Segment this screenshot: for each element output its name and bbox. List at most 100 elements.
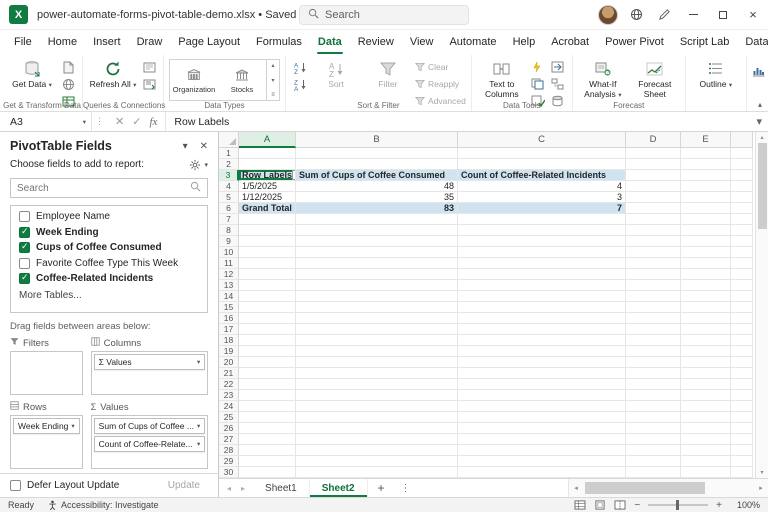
horizontal-scroll-thumb[interactable]: [585, 482, 705, 494]
cell-A20[interactable]: [239, 357, 296, 368]
cell-D18[interactable]: [626, 335, 681, 346]
cell-A3[interactable]: Row Labels▼: [239, 170, 296, 181]
cell-C20[interactable]: [458, 357, 626, 368]
cell-C11[interactable]: [458, 258, 626, 269]
formula-bar-handle[interactable]: ⋮: [92, 112, 107, 131]
cell-D5[interactable]: [626, 192, 681, 203]
cell-D20[interactable]: [626, 357, 681, 368]
cancel-entry-icon[interactable]: ✕: [115, 115, 124, 128]
row-header-16[interactable]: 16: [219, 313, 239, 324]
clear-button[interactable]: Clear: [415, 60, 466, 74]
cell-D23[interactable]: [626, 390, 681, 401]
row-header-23[interactable]: 23: [219, 390, 239, 401]
search-box[interactable]: Search: [299, 5, 469, 25]
row-header-20[interactable]: 20: [219, 357, 239, 368]
cell-A23[interactable]: [239, 390, 296, 401]
field-checkbox[interactable]: [19, 211, 30, 222]
column-header-e[interactable]: E: [681, 132, 731, 148]
cell-D29[interactable]: [626, 456, 681, 467]
rows-dropzone[interactable]: Week Ending▾: [10, 415, 83, 469]
next-sheet-icon[interactable]: ▸: [241, 484, 245, 493]
organization-data-type[interactable]: Organization: [170, 60, 218, 100]
cell-A1[interactable]: [239, 148, 296, 159]
cell-E6[interactable]: [681, 203, 731, 214]
field-checkbox[interactable]: [19, 242, 30, 253]
zoom-slider[interactable]: [648, 504, 708, 506]
more-tables-link[interactable]: More Tables...: [11, 286, 207, 301]
row-header-21[interactable]: 21: [219, 368, 239, 379]
cell-D27[interactable]: [626, 434, 681, 445]
cell-E21[interactable]: [681, 368, 731, 379]
cell-E28[interactable]: [681, 445, 731, 456]
formula-bar-content[interactable]: Row Labels: [166, 112, 750, 131]
cell-A9[interactable]: [239, 236, 296, 247]
row-header-29[interactable]: 29: [219, 456, 239, 467]
cell-C22[interactable]: [458, 379, 626, 390]
columns-dropzone[interactable]: Σ Values▾: [91, 351, 209, 395]
queries-connections-icon[interactable]: [140, 60, 158, 74]
cell-A2[interactable]: [239, 159, 296, 170]
ribbon-tab-review[interactable]: Review: [350, 32, 402, 54]
cell-A29[interactable]: [239, 456, 296, 467]
cell-B21[interactable]: [296, 368, 458, 379]
from-web-icon[interactable]: [59, 77, 77, 91]
sort-button[interactable]: AZ Sort: [311, 57, 361, 90]
pane-chevron-icon[interactable]: ▾: [183, 141, 188, 152]
cell-C15[interactable]: [458, 302, 626, 313]
cell-E2[interactable]: [681, 159, 731, 170]
reapply-button[interactable]: Reapply: [415, 77, 466, 91]
cell-C28[interactable]: [458, 445, 626, 456]
cell-C4[interactable]: 4: [458, 181, 626, 192]
cell-C9[interactable]: [458, 236, 626, 247]
scroll-right-icon[interactable]: ▸: [754, 484, 768, 492]
ribbon-tab-power-pivot[interactable]: Power Pivot: [597, 32, 672, 54]
ribbon-tab-data-science[interactable]: Data Science: [737, 32, 768, 54]
pane-close-icon[interactable]: ✕: [200, 141, 208, 152]
ribbon-tab-formulas[interactable]: Formulas: [248, 32, 310, 54]
row-header-25[interactable]: 25: [219, 412, 239, 423]
confirm-entry-icon[interactable]: ✓: [132, 115, 141, 128]
cell-A7[interactable]: [239, 214, 296, 225]
cell-B11[interactable]: [296, 258, 458, 269]
minimize-button[interactable]: [678, 0, 708, 29]
cell-C23[interactable]: [458, 390, 626, 401]
sheet-tab-sheet1[interactable]: Sheet1: [253, 479, 310, 497]
normal-view-icon[interactable]: [574, 500, 586, 510]
ribbon-tab-page-layout[interactable]: Page Layout: [170, 32, 248, 54]
update-button[interactable]: Update: [160, 479, 208, 492]
cell-E30[interactable]: [681, 467, 731, 478]
cell-E20[interactable]: [681, 357, 731, 368]
forecast-sheet-button[interactable]: Forecast Sheet: [630, 57, 680, 100]
cell-E29[interactable]: [681, 456, 731, 467]
collapse-ribbon-icon[interactable]: ▴: [758, 100, 762, 109]
cell-D28[interactable]: [626, 445, 681, 456]
cell-B19[interactable]: [296, 346, 458, 357]
row-header-9[interactable]: 9: [219, 236, 239, 247]
maximize-button[interactable]: [708, 0, 738, 29]
cell-D24[interactable]: [626, 401, 681, 412]
cell-B1[interactable]: [296, 148, 458, 159]
page-break-view-icon[interactable]: [614, 500, 626, 510]
cell-D26[interactable]: [626, 423, 681, 434]
cell-C1[interactable]: [458, 148, 626, 159]
cell-E5[interactable]: [681, 192, 731, 203]
cell-A6[interactable]: Grand Total: [239, 203, 296, 214]
vertical-scrollbar[interactable]: ▴ ▾: [755, 132, 768, 478]
row-header-28[interactable]: 28: [219, 445, 239, 456]
cell-E12[interactable]: [681, 269, 731, 280]
cell-D17[interactable]: [626, 324, 681, 335]
cell-D10[interactable]: [626, 247, 681, 258]
cell-B8[interactable]: [296, 225, 458, 236]
cell-D30[interactable]: [626, 467, 681, 478]
zoom-level[interactable]: 100%: [730, 500, 760, 510]
cell-C14[interactable]: [458, 291, 626, 302]
cell-E7[interactable]: [681, 214, 731, 225]
values-dropzone[interactable]: Sum of Cups of Coffee ...▾Count of Coffe…: [91, 415, 209, 469]
cell-E23[interactable]: [681, 390, 731, 401]
row-header-12[interactable]: 12: [219, 269, 239, 280]
cell-E3[interactable]: [681, 170, 731, 181]
avatar[interactable]: [594, 0, 622, 29]
cell-A26[interactable]: [239, 423, 296, 434]
area-field-pill[interactable]: Σ Values▾: [94, 354, 206, 370]
cell-B28[interactable]: [296, 445, 458, 456]
